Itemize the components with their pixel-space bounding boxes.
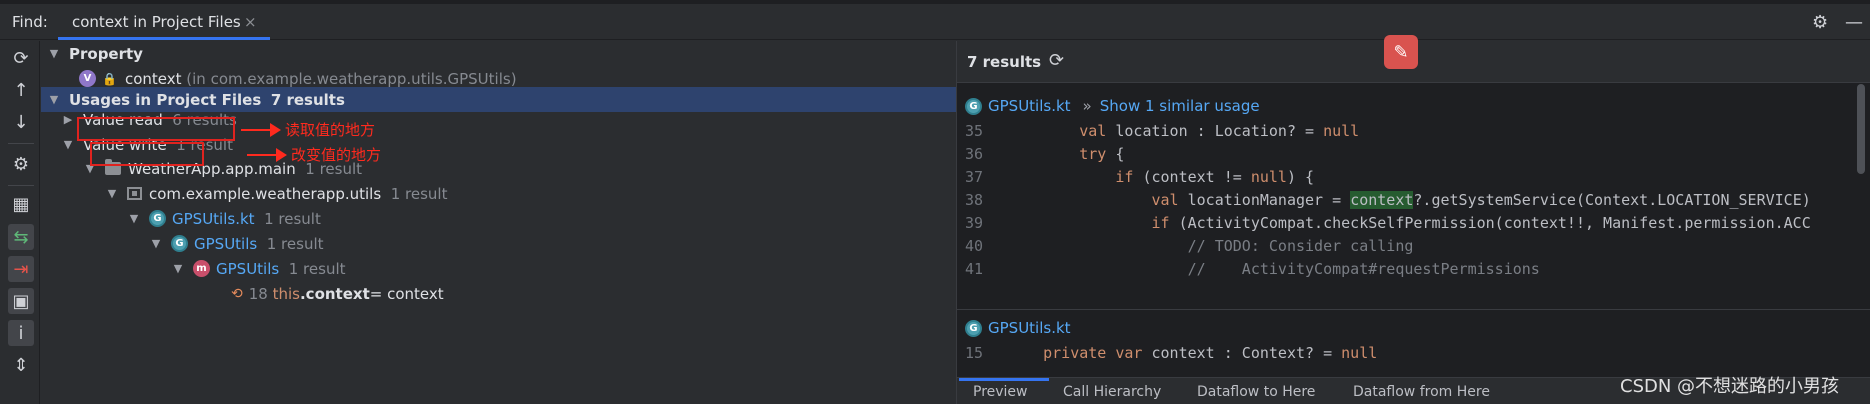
tab-dataflow-to-here[interactable]: Dataflow to Here: [1197, 384, 1315, 400]
group-icon[interactable]: ▦: [8, 191, 34, 217]
chevron-down-icon[interactable]: ▼: [127, 212, 141, 225]
tab-label: context in Project Files: [72, 13, 241, 31]
tab-preview[interactable]: Preview: [973, 384, 1028, 400]
chevron-down-icon[interactable]: ▼: [171, 262, 185, 275]
tree-node-class[interactable]: ▼ G GPSUtils 1 result: [41, 231, 956, 256]
watermark: CSDN @不想迷路的小男孩: [1620, 376, 1840, 397]
settings-icon[interactable]: ⚙: [8, 151, 34, 177]
search-highlight: context: [1350, 191, 1414, 209]
preview-pane: 7 results ⟳ G GPSUtils.kt Show 1 similar…: [956, 41, 1870, 404]
kotlin-file-icon: G: [149, 210, 166, 227]
tree-node-usage[interactable]: ⟲ 18 this .context = context: [41, 281, 956, 306]
read-access-icon[interactable]: ⇆: [8, 224, 34, 250]
annotation-write: 改变值的地方: [247, 144, 381, 165]
write-access-icon[interactable]: ⇥: [8, 256, 34, 282]
code-line: 38 val locationManager = context?.getSys…: [965, 191, 1811, 209]
arrow-down-icon[interactable]: ↓: [8, 109, 34, 135]
chevron-down-icon[interactable]: ▼: [105, 187, 119, 200]
magic-wand-icon[interactable]: ✎: [1384, 35, 1418, 69]
active-tab-indicator: [959, 378, 1049, 381]
tree-node-method[interactable]: ▼ m GPSUtils 1 result: [41, 256, 956, 281]
show-similar-link[interactable]: Show 1 similar usage: [1083, 97, 1260, 115]
class-icon: G: [171, 235, 188, 252]
refresh-icon[interactable]: ⟳: [1049, 50, 1064, 71]
annotation-box-write: [90, 142, 204, 166]
annotation-read: 读取值的地方: [241, 119, 375, 140]
lock-icon: 🔒: [102, 71, 117, 86]
arrow-up-icon[interactable]: ↑: [8, 77, 34, 103]
variable-icon: V: [79, 70, 96, 87]
find-label: Find:: [12, 13, 48, 31]
arrow-right-icon: [241, 122, 281, 137]
tree-node-package[interactable]: ▼ com.example.weatherapp.utils 1 result: [41, 181, 956, 206]
close-icon[interactable]: ×: [244, 13, 257, 31]
results-count: 7 results: [967, 53, 1042, 71]
folder-filter-icon[interactable]: ▣: [8, 288, 34, 314]
scrollbar[interactable]: [1857, 84, 1865, 174]
kotlin-file-icon: G: [965, 97, 982, 115]
code-line: 36 try {: [965, 145, 1125, 163]
code-line: 37 if (context != null) {: [965, 168, 1315, 186]
gear-icon[interactable]: ⚙: [1812, 12, 1828, 33]
expand-all-icon[interactable]: ⇕: [8, 352, 34, 378]
tab-find-results[interactable]: context in Project Files ×: [58, 6, 270, 40]
tree-node-file[interactable]: ▼ G GPSUtils.kt 1 result: [41, 206, 956, 231]
rerun-icon[interactable]: ⟳: [8, 45, 34, 71]
write-usage-icon: ⟲: [231, 285, 243, 302]
chevron-down-icon[interactable]: ▼: [47, 93, 61, 106]
code-line: 39 if (ActivityCompat.checkSelfPermissio…: [965, 214, 1811, 232]
results-tree: ▼ Property V 🔒 context (in com.example.w…: [41, 41, 956, 404]
left-toolbar: ⟳ ↑ ↓ ⚙ ▦ ⇆ ⇥ ▣ i ⇕: [0, 41, 40, 404]
tab-call-hierarchy[interactable]: Call Hierarchy: [1063, 384, 1161, 400]
preview-file-header[interactable]: G GPSUtils.kt Show 1 similar usage: [957, 91, 1870, 121]
code-line: 15 private var context : Context? = null: [965, 344, 1378, 362]
annotation-box-read: [77, 117, 235, 141]
preview-file-header-2[interactable]: G GPSUtils.kt: [957, 313, 1870, 343]
package-icon: [127, 187, 142, 200]
code-line: 35 val location : Location? = null: [965, 122, 1360, 140]
chevron-down-icon[interactable]: ▼: [61, 138, 75, 151]
minimize-icon[interactable]: —: [1845, 12, 1863, 33]
code-line: 41 // ActivityCompat#requestPermissions: [965, 260, 1540, 278]
chevron-down-icon[interactable]: ▼: [149, 237, 163, 250]
info-icon[interactable]: i: [8, 320, 34, 346]
tab-dataflow-from-here[interactable]: Dataflow from Here: [1353, 384, 1490, 400]
arrow-right-icon: [247, 147, 287, 162]
chevron-right-icon[interactable]: ▶: [61, 113, 75, 126]
tree-node-property[interactable]: ▼ Property: [41, 41, 956, 66]
find-toolbar: Find: context in Project Files × ⚙ —: [0, 4, 1870, 40]
chevron-down-icon[interactable]: ▼: [47, 47, 61, 60]
method-icon: m: [193, 260, 210, 277]
kotlin-file-icon: G: [965, 319, 982, 337]
code-line: 40 // TODO: Consider calling: [965, 237, 1414, 255]
